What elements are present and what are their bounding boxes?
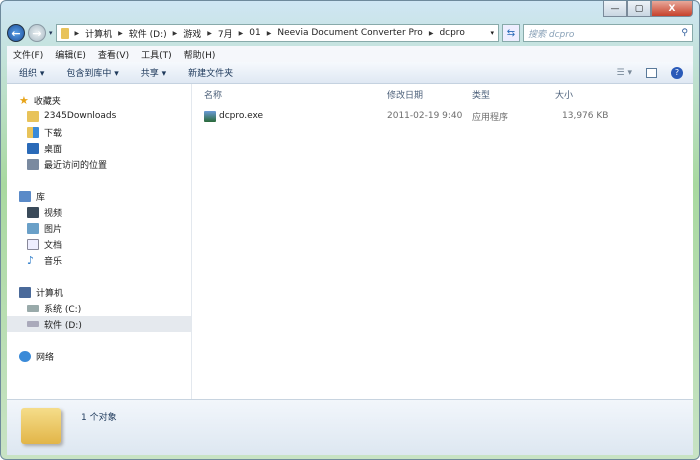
drive-icon xyxy=(27,321,39,327)
organize-button[interactable]: 组织 ▾ xyxy=(19,66,44,79)
sidebar-favorites[interactable]: ★ 收藏夹 xyxy=(7,92,191,108)
sidebar-item-downloads[interactable]: 下载 xyxy=(7,124,191,140)
menu-tools[interactable]: 工具(T) xyxy=(141,48,172,61)
label: 桌面 xyxy=(44,144,63,155)
label: 音乐 xyxy=(44,256,63,267)
label: 文档 xyxy=(44,240,63,251)
computer-icon xyxy=(19,286,31,298)
status-text: 1 个对象 xyxy=(81,413,117,423)
sidebar-item-videos[interactable]: 视频 xyxy=(7,204,191,220)
help-icon[interactable]: ? xyxy=(671,66,683,79)
breadcrumb-item[interactable]: 游戏 xyxy=(183,27,201,40)
refresh-icon[interactable]: ⇆ xyxy=(502,24,520,42)
breadcrumb-item[interactable]: Neevia Document Converter Pro xyxy=(277,28,422,38)
menu-view[interactable]: 查看(V) xyxy=(98,48,129,61)
sidebar-libraries[interactable]: 库 xyxy=(7,188,191,204)
column-size[interactable]: 大小 xyxy=(555,88,573,101)
label: 下载 xyxy=(44,128,63,139)
details-pane: 1 个对象 xyxy=(7,399,693,455)
label: 2345Downloads xyxy=(44,111,117,121)
library-icon xyxy=(19,190,31,202)
search-input[interactable]: 搜索 dcpro ⚲ xyxy=(523,24,693,42)
address-bar[interactable]: ▶ 计算机 ▶ 软件 (D:) ▶ 游戏 ▶ 7月 ▶ 01 ▶ Neevia Docume… xyxy=(55,24,499,42)
explorer-window: — ▢ X ← → ▾ ▶ 计算机 ▶ 软件 (D:) ▶ 游戏 ▶ 7月 ▶ 01 ▶ N… xyxy=(0,0,700,460)
folder-icon xyxy=(60,27,69,39)
search-placeholder: 搜索 dcpro xyxy=(528,29,575,40)
sidebar-item-pictures[interactable]: 图片 xyxy=(7,220,191,236)
sidebar-item-documents[interactable]: 文档 xyxy=(7,236,191,252)
breadcrumb-item[interactable]: 软件 (D:) xyxy=(129,27,167,40)
caption-buttons: — ▢ X xyxy=(603,1,693,17)
file-row[interactable]: dcpro.exe 2011-02-19 9:40 应用程序 13,976 KB xyxy=(192,108,693,124)
menu-file[interactable]: 文件(F) xyxy=(13,48,43,61)
folder-icon xyxy=(27,110,39,122)
recent-places-icon xyxy=(27,158,39,170)
video-icon xyxy=(27,206,39,218)
forward-button[interactable]: → xyxy=(28,24,46,42)
address-dropdown-icon[interactable]: ▾ xyxy=(490,29,494,37)
pictures-icon xyxy=(27,222,39,234)
search-icon[interactable]: ⚲ xyxy=(681,28,688,38)
folder-icon xyxy=(21,407,61,444)
column-modified[interactable]: 修改日期 xyxy=(387,88,423,101)
sidebar-item-desktop[interactable]: 桌面 xyxy=(7,140,191,156)
column-name[interactable]: 名称 xyxy=(204,88,222,101)
sidebar-computer[interactable]: 计算机 xyxy=(7,284,191,300)
breadcrumb-item[interactable]: 7月 xyxy=(218,27,233,40)
new-folder-button[interactable]: 新建文件夹 xyxy=(188,66,233,79)
share-button[interactable]: 共享 ▾ xyxy=(141,66,166,79)
star-icon: ★ xyxy=(19,93,29,107)
file-modified: 2011-02-19 9:40 xyxy=(387,111,463,121)
column-headers: 名称 修改日期 类型 大小 xyxy=(192,88,693,104)
label: 视频 xyxy=(44,208,63,219)
label: 系统 (C:) xyxy=(44,304,82,315)
label: 网络 xyxy=(36,352,55,363)
sidebar-network[interactable]: 网络 xyxy=(7,348,191,364)
recent-pages-dropdown[interactable]: ▾ xyxy=(49,29,53,37)
downloads-folder-icon xyxy=(27,126,39,138)
command-bar: 组织 ▾ 包含到库中 ▾ 共享 ▾ 新建文件夹 ☰ ▾ ? xyxy=(7,62,693,84)
column-type[interactable]: 类型 xyxy=(472,88,490,101)
back-button[interactable]: ← xyxy=(7,24,25,42)
label: 库 xyxy=(36,192,46,203)
label: 图片 xyxy=(44,224,63,235)
sidebar-item-recent-places[interactable]: 最近访问的位置 xyxy=(7,156,191,172)
sidebar-item-music[interactable]: ♪ 音乐 xyxy=(7,252,191,268)
menu-edit[interactable]: 编辑(E) xyxy=(55,48,86,61)
file-type: 应用程序 xyxy=(472,112,509,123)
file-name: dcpro.exe xyxy=(219,111,264,121)
network-icon xyxy=(19,350,31,362)
desktop-icon xyxy=(27,142,39,154)
sidebar-item-drive-c[interactable]: 系统 (C:) xyxy=(7,300,191,316)
label: 最近访问的位置 xyxy=(44,160,108,171)
close-button[interactable]: X xyxy=(651,1,693,17)
menu-help[interactable]: 帮助(H) xyxy=(184,48,216,61)
label: 软件 (D:) xyxy=(44,320,82,331)
file-list: 名称 修改日期 类型 大小 dcpro.exe 2011-02-19 9:40 … xyxy=(192,84,693,399)
documents-icon xyxy=(27,238,39,250)
breadcrumb-item[interactable]: 计算机 xyxy=(85,27,112,40)
minimize-button[interactable]: — xyxy=(603,1,627,17)
system-drive-icon xyxy=(27,304,39,312)
navigation-pane: ★ 收藏夹 2345Downloads 下载 桌面 最近访问的位置 库 视频 图片… xyxy=(7,84,192,399)
view-options-icon[interactable]: ☰ ▾ xyxy=(617,68,632,78)
sidebar-item-drive-d[interactable]: 软件 (D:) xyxy=(7,316,191,332)
file-size: 13,976 KB xyxy=(562,111,609,121)
label: 计算机 xyxy=(36,288,64,299)
preview-pane-icon[interactable] xyxy=(646,67,657,78)
maximize-button[interactable]: ▢ xyxy=(627,1,651,17)
menu-bar: 文件(F) 编辑(E) 查看(V) 工具(T) 帮助(H) xyxy=(7,46,693,62)
breadcrumb-item[interactable]: dcpro xyxy=(439,28,464,38)
breadcrumb-item[interactable]: 01 xyxy=(249,28,260,38)
label: 收藏夹 xyxy=(33,96,61,107)
music-icon: ♪ xyxy=(27,253,35,267)
exe-file-icon xyxy=(204,110,216,122)
include-in-library-button[interactable]: 包含到库中 ▾ xyxy=(66,66,118,79)
sidebar-item-2345downloads[interactable]: 2345Downloads xyxy=(7,108,191,124)
